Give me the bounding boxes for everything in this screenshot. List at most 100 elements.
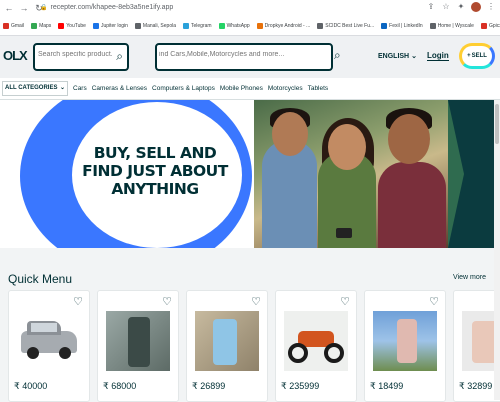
bookmark-item[interactable]: Gmail (3, 23, 24, 29)
chevron-down-icon: ⌄ (411, 53, 417, 60)
product-price: ₹ 18499 (370, 381, 404, 391)
bookmark-label: WhatsApp (226, 23, 250, 29)
bookmark-item[interactable]: Maps (31, 23, 51, 29)
bookmark-item[interactable]: SCIDC Best Live Fu... (317, 23, 374, 29)
banner-photo (254, 100, 448, 248)
product-price: ₹ 235999 (281, 381, 320, 391)
product-card[interactable]: ₹ 32899 (453, 290, 500, 402)
phone-image (195, 311, 259, 371)
product-card[interactable]: ♡ ₹ 18499 (364, 290, 446, 402)
main-search[interactable] (155, 43, 333, 71)
phone-image (373, 311, 437, 371)
language-label: ENGLISH (378, 52, 410, 60)
sell-button[interactable]: + SELL (459, 43, 495, 69)
bookmark-favicon-icon (218, 23, 225, 29)
bookmark-label: Jupiter login (100, 23, 128, 29)
bookmark-item[interactable]: Gpicx (480, 23, 500, 29)
login-link[interactable]: Login (427, 51, 449, 61)
bookmark-favicon-icon (58, 23, 65, 29)
heart-icon[interactable]: ♡ (251, 295, 261, 308)
search-button-icon[interactable]: ⌕ (334, 48, 341, 63)
bookmark-item[interactable]: YouTube (58, 23, 86, 29)
sell-label: SELL (471, 53, 487, 59)
bookmark-item[interactable]: Manali, Sepola (134, 23, 176, 29)
category-bar: ALL CATEGORIES ⌄ Cars Cameras & Lenses Com… (0, 78, 500, 100)
olx-logo[interactable]: OLX (3, 48, 28, 63)
profile-avatar[interactable] (471, 2, 481, 12)
heart-icon[interactable]: ♡ (429, 295, 439, 308)
quick-menu-section: Quick Menu View more ♡ ₹ 40000 ♡ ₹ 68000… (0, 262, 500, 402)
bookmark-item[interactable]: Fexil | LinkedIn (381, 23, 423, 29)
kebab-menu-icon[interactable]: ⋮ (486, 2, 496, 12)
banner-left-panel: BUY, SELL AND FIND JUST ABOUT ANYTHING (0, 100, 252, 248)
bookmarks-bar: Gmail Maps YouTube Jupiter login Manali, Sep… (0, 18, 500, 34)
search-icon[interactable]: ⌕ (116, 49, 123, 64)
car-image (17, 311, 81, 371)
main-search-input[interactable] (159, 51, 329, 58)
bookmark-label: Telegram (191, 23, 212, 29)
phone-in-hand (336, 228, 352, 238)
bookmark-label: Manali, Sepola (142, 23, 176, 29)
scrollbar-thumb[interactable] (495, 104, 499, 144)
bookmark-item[interactable]: Jupiter login (92, 23, 128, 29)
url-text: recepter.com/khapee-8eb3a5ne1ify.app (50, 4, 174, 11)
bookmark-label: Fexil | LinkedIn (389, 23, 423, 29)
bookmark-item[interactable]: Dropkye Android - ... (256, 23, 311, 29)
heart-icon[interactable]: ♡ (340, 295, 350, 308)
product-card[interactable]: ♡ ₹ 235999 (275, 290, 357, 402)
browser-actions: ⇪ ☆ ✦ ⋮ (426, 2, 496, 12)
bookmark-favicon-icon (134, 23, 141, 29)
bookmark-label: Home | Wyscale (437, 23, 474, 29)
bookmark-favicon-icon (31, 23, 38, 29)
location-search[interactable]: ⌕ (33, 43, 129, 71)
bookmark-favicon-icon (381, 23, 388, 29)
category-link[interactable]: Mobile Phones (220, 85, 263, 92)
language-select[interactable]: ENGLISH ⌄ (378, 52, 417, 61)
category-link[interactable]: Motorcycles (268, 85, 303, 92)
phone-image (106, 311, 170, 371)
bookmark-item[interactable]: Home | Wyscale (429, 23, 474, 29)
bookmark-favicon-icon (92, 23, 99, 29)
all-categories-dropdown[interactable]: ALL CATEGORIES ⌄ (2, 81, 68, 96)
category-link[interactable]: Computers & Laptops (152, 85, 215, 92)
banner-headline: BUY, SELL AND FIND JUST ABOUT ANYTHING (82, 144, 228, 198)
star-icon[interactable]: ☆ (441, 2, 451, 12)
product-card[interactable]: ♡ ₹ 68000 (97, 290, 179, 402)
site-header: OLX ⌕ ⌕ ENGLISH ⌄ Login + SELL (0, 36, 500, 78)
bookmark-item[interactable]: WhatsApp (218, 23, 250, 29)
bookmark-favicon-icon (480, 23, 487, 29)
product-card[interactable]: ♡ ₹ 40000 (8, 290, 90, 402)
bookmark-label: Gpicx (488, 23, 500, 29)
share-icon[interactable]: ⇪ (426, 2, 436, 12)
hero-banner[interactable]: BUY, SELL AND FIND JUST ABOUT ANYTHING (0, 100, 500, 248)
product-price: ₹ 26899 (192, 381, 226, 391)
bookmark-favicon-icon (256, 23, 263, 29)
bookmark-label: YouTube (66, 23, 86, 29)
bookmark-favicon-icon (3, 23, 9, 29)
bookmark-favicon-icon (317, 23, 324, 29)
product-card[interactable]: ♡ ₹ 26899 (186, 290, 268, 402)
heart-icon[interactable]: ♡ (162, 295, 172, 308)
bookmark-label: Maps (39, 23, 52, 29)
extensions-icon[interactable]: ✦ (456, 2, 466, 12)
browser-nav-row: ← → ↻ 🔒 recepter.com/khapee-8eb3a5ne1ify… (0, 0, 500, 16)
bookmark-label: SCIDC Best Live Fu... (325, 23, 375, 29)
back-icon[interactable]: ← (3, 2, 15, 14)
bookmark-label: Dropkye Android - ... (264, 23, 311, 29)
category-link[interactable]: Cars (73, 85, 87, 92)
bookmark-favicon-icon (183, 23, 189, 29)
location-search-input[interactable] (38, 51, 112, 58)
category-link[interactable]: Tablets (308, 85, 329, 92)
heart-icon[interactable]: ♡ (73, 295, 83, 308)
product-price: ₹ 68000 (103, 381, 137, 391)
category-link[interactable]: Cameras & Lenses (92, 85, 147, 92)
bookmark-item[interactable]: Telegram (183, 23, 212, 29)
forward-icon[interactable]: → (18, 2, 30, 14)
product-price: ₹ 32899 (459, 381, 493, 391)
scrollbar-track[interactable] (494, 100, 500, 400)
view-more-link[interactable]: View more (453, 274, 486, 281)
motorcycle-image (284, 311, 348, 371)
address-bar[interactable]: 🔒 recepter.com/khapee-8eb3a5ne1ify.app (40, 2, 420, 14)
quick-menu-title: Quick Menu (8, 272, 73, 286)
bookmark-favicon-icon (429, 23, 436, 29)
